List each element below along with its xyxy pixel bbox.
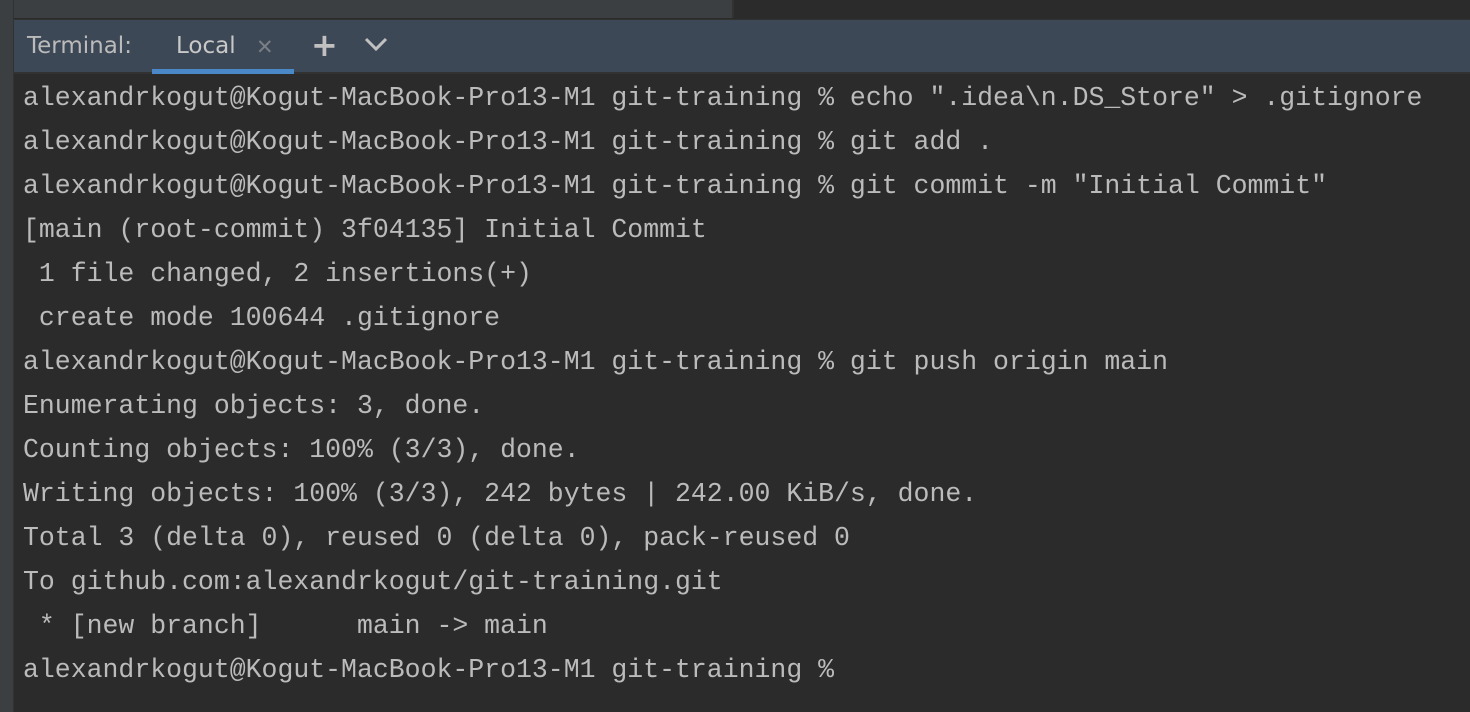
terminal-line: Counting objects: 100% (3/3), done. [23,435,580,465]
plus-icon[interactable]: + [311,26,338,64]
tab-local[interactable]: Local ✕ [152,20,294,74]
terminal-line: [main (root-commit) 3f04135] Initial Com… [23,215,707,245]
terminal-line: Enumerating objects: 3, done. [23,391,485,421]
editor-area-left [14,0,734,18]
tab-local-label: Local [176,33,236,59]
chevron-down-icon[interactable] [364,36,388,52]
terminal-line: Total 3 (delta 0), reused 0 (delta 0), p… [23,523,850,553]
terminal-line: alexandrkogut@Kogut-MacBook-Pro13-M1 git… [23,171,1328,201]
terminal-line: alexandrkogut@Kogut-MacBook-Pro13-M1 git… [23,83,1423,113]
terminal-line: * [new branch] main -> main [23,611,548,641]
editor-area-right [734,0,1470,18]
left-tool-strip [0,0,14,712]
terminal-tab-bar: Terminal: Local ✕ + [14,19,1470,74]
terminal-output[interactable]: alexandrkogut@Kogut-MacBook-Pro13-M1 git… [23,76,1470,692]
terminal-line: alexandrkogut@Kogut-MacBook-Pro13-M1 git… [23,347,1168,377]
terminal-line: alexandrkogut@Kogut-MacBook-Pro13-M1 git… [23,127,994,157]
terminal-line: 1 file changed, 2 insertions(+) [23,259,532,289]
terminal-label: Terminal: [27,33,132,59]
terminal-line: Writing objects: 100% (3/3), 242 bytes |… [23,479,978,509]
close-icon[interactable]: ✕ [256,35,274,59]
terminal-prompt[interactable]: alexandrkogut@Kogut-MacBook-Pro13-M1 git… [23,648,1470,692]
terminal-line: To github.com:alexandrkogut/git-training… [23,567,723,597]
terminal-line: create mode 100644 .gitignore [23,303,501,333]
active-tab-indicator [152,69,294,74]
